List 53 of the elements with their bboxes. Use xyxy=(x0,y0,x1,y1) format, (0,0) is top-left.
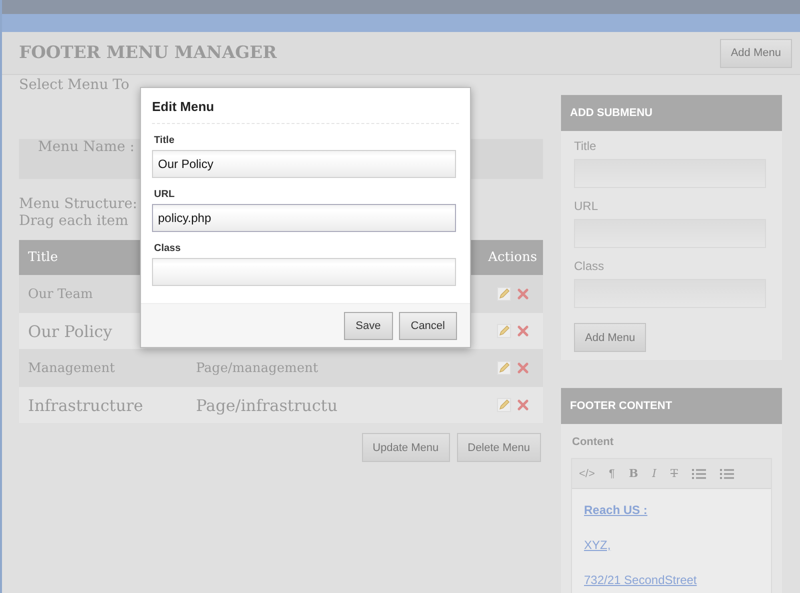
content-link[interactable]: XYZ, xyxy=(584,538,759,552)
add-menu-button[interactable]: Add Menu xyxy=(574,323,646,352)
input-field[interactable] xyxy=(152,258,456,286)
table-cell-text: Infrastructure xyxy=(28,396,144,414)
column-header: Actions xyxy=(488,250,537,265)
pencil-icon[interactable] xyxy=(497,324,511,338)
text-editor[interactable]: </> ¶ B I T Reach US : XYZ, 732/21 SecondStreet xyxy=(571,458,772,593)
toolbar-button[interactable]: T xyxy=(664,460,685,488)
save-button[interactable]: Save xyxy=(344,312,393,340)
delete-icon[interactable] xyxy=(517,325,529,337)
delete-icon[interactable] xyxy=(517,399,529,411)
pencil-icon[interactable] xyxy=(497,361,511,375)
table-cell-text: Page/infrastructu xyxy=(196,396,339,414)
menu-name-label: Menu Name : xyxy=(38,139,134,155)
delete-icon[interactable] xyxy=(517,362,529,374)
cancel-button[interactable]: Cancel xyxy=(398,312,457,340)
table-cell-text: Page/management xyxy=(196,360,320,376)
field-label: URL xyxy=(154,189,176,200)
page-title: FOOTER MENU MANAGER xyxy=(19,43,277,63)
add-menu-button[interactable]: Add Menu xyxy=(720,38,792,68)
input-field[interactable]: policy.php xyxy=(152,204,456,232)
numbered-list-icon[interactable] xyxy=(720,468,734,478)
delete-icon[interactable] xyxy=(517,288,529,300)
field-label: Class xyxy=(574,259,606,273)
instruction-text: Menu Structure: xyxy=(19,196,138,213)
field-label: Class xyxy=(154,243,182,254)
field-label: Content xyxy=(572,436,615,448)
toolbar-button[interactable]: B xyxy=(622,460,646,488)
input-field[interactable]: Our Policy xyxy=(152,150,456,178)
instruction-text: Drag each item xyxy=(19,213,128,230)
column-header: Title xyxy=(28,250,58,265)
field-label: URL xyxy=(574,199,600,213)
table-cell-text: Our Policy xyxy=(28,322,114,340)
table-row[interactable]: Infrastructure Page/infrastructu xyxy=(19,387,543,423)
content-link[interactable]: Reach US : xyxy=(584,503,759,517)
delete-menu-button[interactable]: Delete Menu xyxy=(456,433,541,462)
update-menu-button[interactable]: Update Menu xyxy=(362,433,450,462)
panel-heading: ADD SUBMENU xyxy=(561,95,782,131)
field-label: Title xyxy=(574,139,598,153)
toolbar-button[interactable]: </> xyxy=(572,460,602,488)
toolbar-button[interactable]: I xyxy=(645,460,664,488)
field-label: Title xyxy=(154,135,176,146)
select-menu-label: Select Menu To xyxy=(19,77,130,93)
pencil-icon[interactable] xyxy=(497,287,511,301)
pencil-icon[interactable] xyxy=(497,398,511,412)
content-link[interactable]: 732/21 SecondStreet xyxy=(584,573,759,587)
panel-heading: FOOTER CONTENT xyxy=(561,388,782,424)
table-cell-text: Our Team xyxy=(28,286,94,302)
dialog-title: Edit Menu xyxy=(152,99,459,124)
bullet-list-icon[interactable] xyxy=(692,468,706,478)
table-cell-text: Management xyxy=(28,360,116,376)
toolbar-button[interactable]: ¶ xyxy=(602,460,622,488)
table-row[interactable]: Management Page/management xyxy=(19,349,543,387)
